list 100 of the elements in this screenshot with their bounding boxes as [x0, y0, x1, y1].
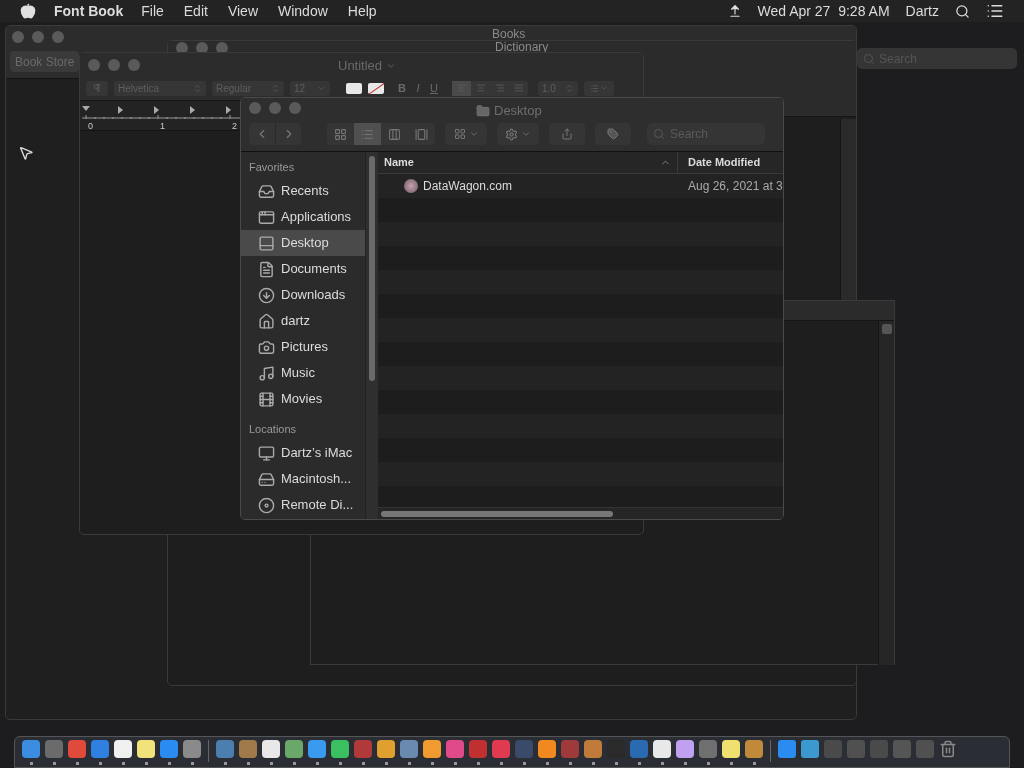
paragraph-style-button[interactable] — [86, 80, 108, 96]
scrollbar-thumb[interactable] — [381, 510, 613, 517]
app-icon[interactable] — [469, 740, 487, 758]
sidebar-icon — [258, 286, 275, 304]
sidebar-item[interactable]: dartz — [241, 308, 365, 334]
app-icon[interactable] — [308, 740, 326, 758]
app-icon[interactable] — [137, 740, 155, 758]
app-icon[interactable] — [377, 740, 395, 758]
menu-item[interactable]: Help — [347, 0, 377, 22]
app-icon[interactable] — [653, 740, 671, 758]
user-menu[interactable]: Dartz — [905, 0, 939, 22]
file-row[interactable]: DataWagon.com Aug 26, 2021 at 3 — [378, 174, 783, 198]
search-icon[interactable] — [955, 3, 970, 19]
alignment-button[interactable] — [452, 80, 471, 96]
app-icon[interactable] — [745, 740, 763, 758]
view-mode-button[interactable] — [354, 123, 381, 145]
background-color-well[interactable] — [368, 82, 384, 94]
scrollbar-thumb[interactable] — [369, 156, 375, 381]
app-icon[interactable] — [538, 740, 556, 758]
app-icon[interactable] — [45, 740, 63, 758]
menu-item[interactable]: Edit — [183, 0, 208, 22]
folder-icon[interactable] — [801, 740, 819, 758]
app-icon[interactable] — [630, 740, 648, 758]
menu-item[interactable]: Window — [278, 0, 328, 22]
action-button[interactable] — [497, 123, 539, 145]
sidebar-item[interactable]: Dartz’s iMac — [241, 440, 365, 466]
scroll-button-icon[interactable] — [882, 324, 892, 334]
sidebar-item[interactable]: Remote Di... — [241, 492, 365, 518]
app-icon[interactable] — [354, 740, 372, 758]
window-control-icon[interactable] — [289, 102, 301, 114]
window-thumbnail[interactable] — [916, 740, 934, 758]
view-mode-button[interactable] — [327, 123, 354, 145]
sidebar-item[interactable]: Recents — [241, 178, 365, 204]
clock[interactable]: Wed Apr 27 9:28 AM — [757, 0, 890, 22]
share-icon — [561, 128, 573, 140]
app-icon[interactable] — [91, 740, 109, 758]
window-control-icon[interactable] — [249, 102, 261, 114]
app-icon[interactable] — [584, 740, 602, 758]
app-icon[interactable] — [239, 740, 257, 758]
text-color-well[interactable] — [346, 82, 362, 94]
window-control-icon[interactable] — [52, 31, 64, 43]
menu-item[interactable]: File — [141, 0, 164, 22]
app-icon[interactable] — [216, 740, 234, 758]
menu-item[interactable]: View — [227, 0, 258, 22]
eject-icon[interactable] — [727, 4, 742, 18]
app-icon[interactable] — [160, 740, 178, 758]
sidebar-item[interactable]: Macintosh... — [241, 466, 365, 492]
column-header[interactable]: Name — [378, 152, 678, 173]
app-icon[interactable] — [722, 740, 740, 758]
ruler-label: 0 — [88, 120, 94, 133]
paragraph-icon — [92, 83, 102, 94]
window-thumbnail[interactable] — [893, 740, 911, 758]
view-mode-button[interactable] — [408, 123, 435, 145]
app-icon[interactable] — [400, 740, 418, 758]
sidebar-item[interactable]: Music — [241, 360, 365, 386]
sidebar-item[interactable]: Applications — [241, 204, 365, 230]
window-thumbnail[interactable] — [870, 740, 888, 758]
window-control-icon[interactable] — [88, 59, 100, 71]
chevron-icon[interactable] — [386, 61, 396, 71]
menu-icon[interactable] — [986, 2, 1004, 20]
app-icon[interactable] — [285, 740, 303, 758]
window-control-icon[interactable] — [108, 59, 120, 71]
forward-button[interactable] — [275, 123, 301, 145]
app-icon[interactable] — [331, 740, 349, 758]
file-icon — [404, 179, 418, 193]
sidebar-item[interactable]: Documents — [241, 256, 365, 282]
column-header[interactable]: Date Modified — [678, 154, 771, 171]
tag-button[interactable] — [595, 123, 631, 145]
list-icon — [590, 83, 599, 93]
app-icon[interactable] — [114, 740, 132, 758]
sidebar-item[interactable]: Downloads — [241, 282, 365, 308]
share-button[interactable] — [549, 123, 585, 145]
app-icon[interactable] — [699, 740, 717, 758]
back-button[interactable] — [249, 123, 275, 145]
app-icon[interactable] — [492, 740, 510, 758]
app-icon[interactable] — [446, 740, 464, 758]
view-mode-button[interactable] — [381, 123, 408, 145]
app-icon[interactable] — [68, 740, 86, 758]
window-control-icon[interactable] — [269, 102, 281, 114]
window-thumbnail[interactable] — [847, 740, 865, 758]
trash-icon[interactable] — [939, 740, 957, 758]
sidebar-item[interactable]: Movies — [241, 386, 365, 412]
app-icon[interactable] — [423, 740, 441, 758]
app-icon[interactable] — [22, 740, 40, 758]
window-control-icon[interactable] — [32, 31, 44, 43]
view-icon — [361, 127, 374, 141]
window-title: Desktop — [494, 102, 542, 120]
window-control-icon[interactable] — [12, 31, 24, 43]
sidebar-item[interactable]: Desktop — [241, 230, 365, 256]
apple-icon[interactable] — [20, 3, 36, 19]
sidebar-icon — [258, 260, 275, 278]
app-menu[interactable]: Font Book — [54, 0, 124, 22]
group-button[interactable] — [445, 123, 487, 145]
window-control-icon[interactable] — [128, 59, 140, 71]
app-icon[interactable] — [262, 740, 280, 758]
app-icon[interactable] — [183, 740, 201, 758]
sidebar-item[interactable]: Pictures — [241, 334, 365, 360]
window-thumbnail[interactable] — [824, 740, 842, 758]
list-button[interactable] — [584, 80, 614, 96]
app-icon[interactable] — [676, 740, 694, 758]
